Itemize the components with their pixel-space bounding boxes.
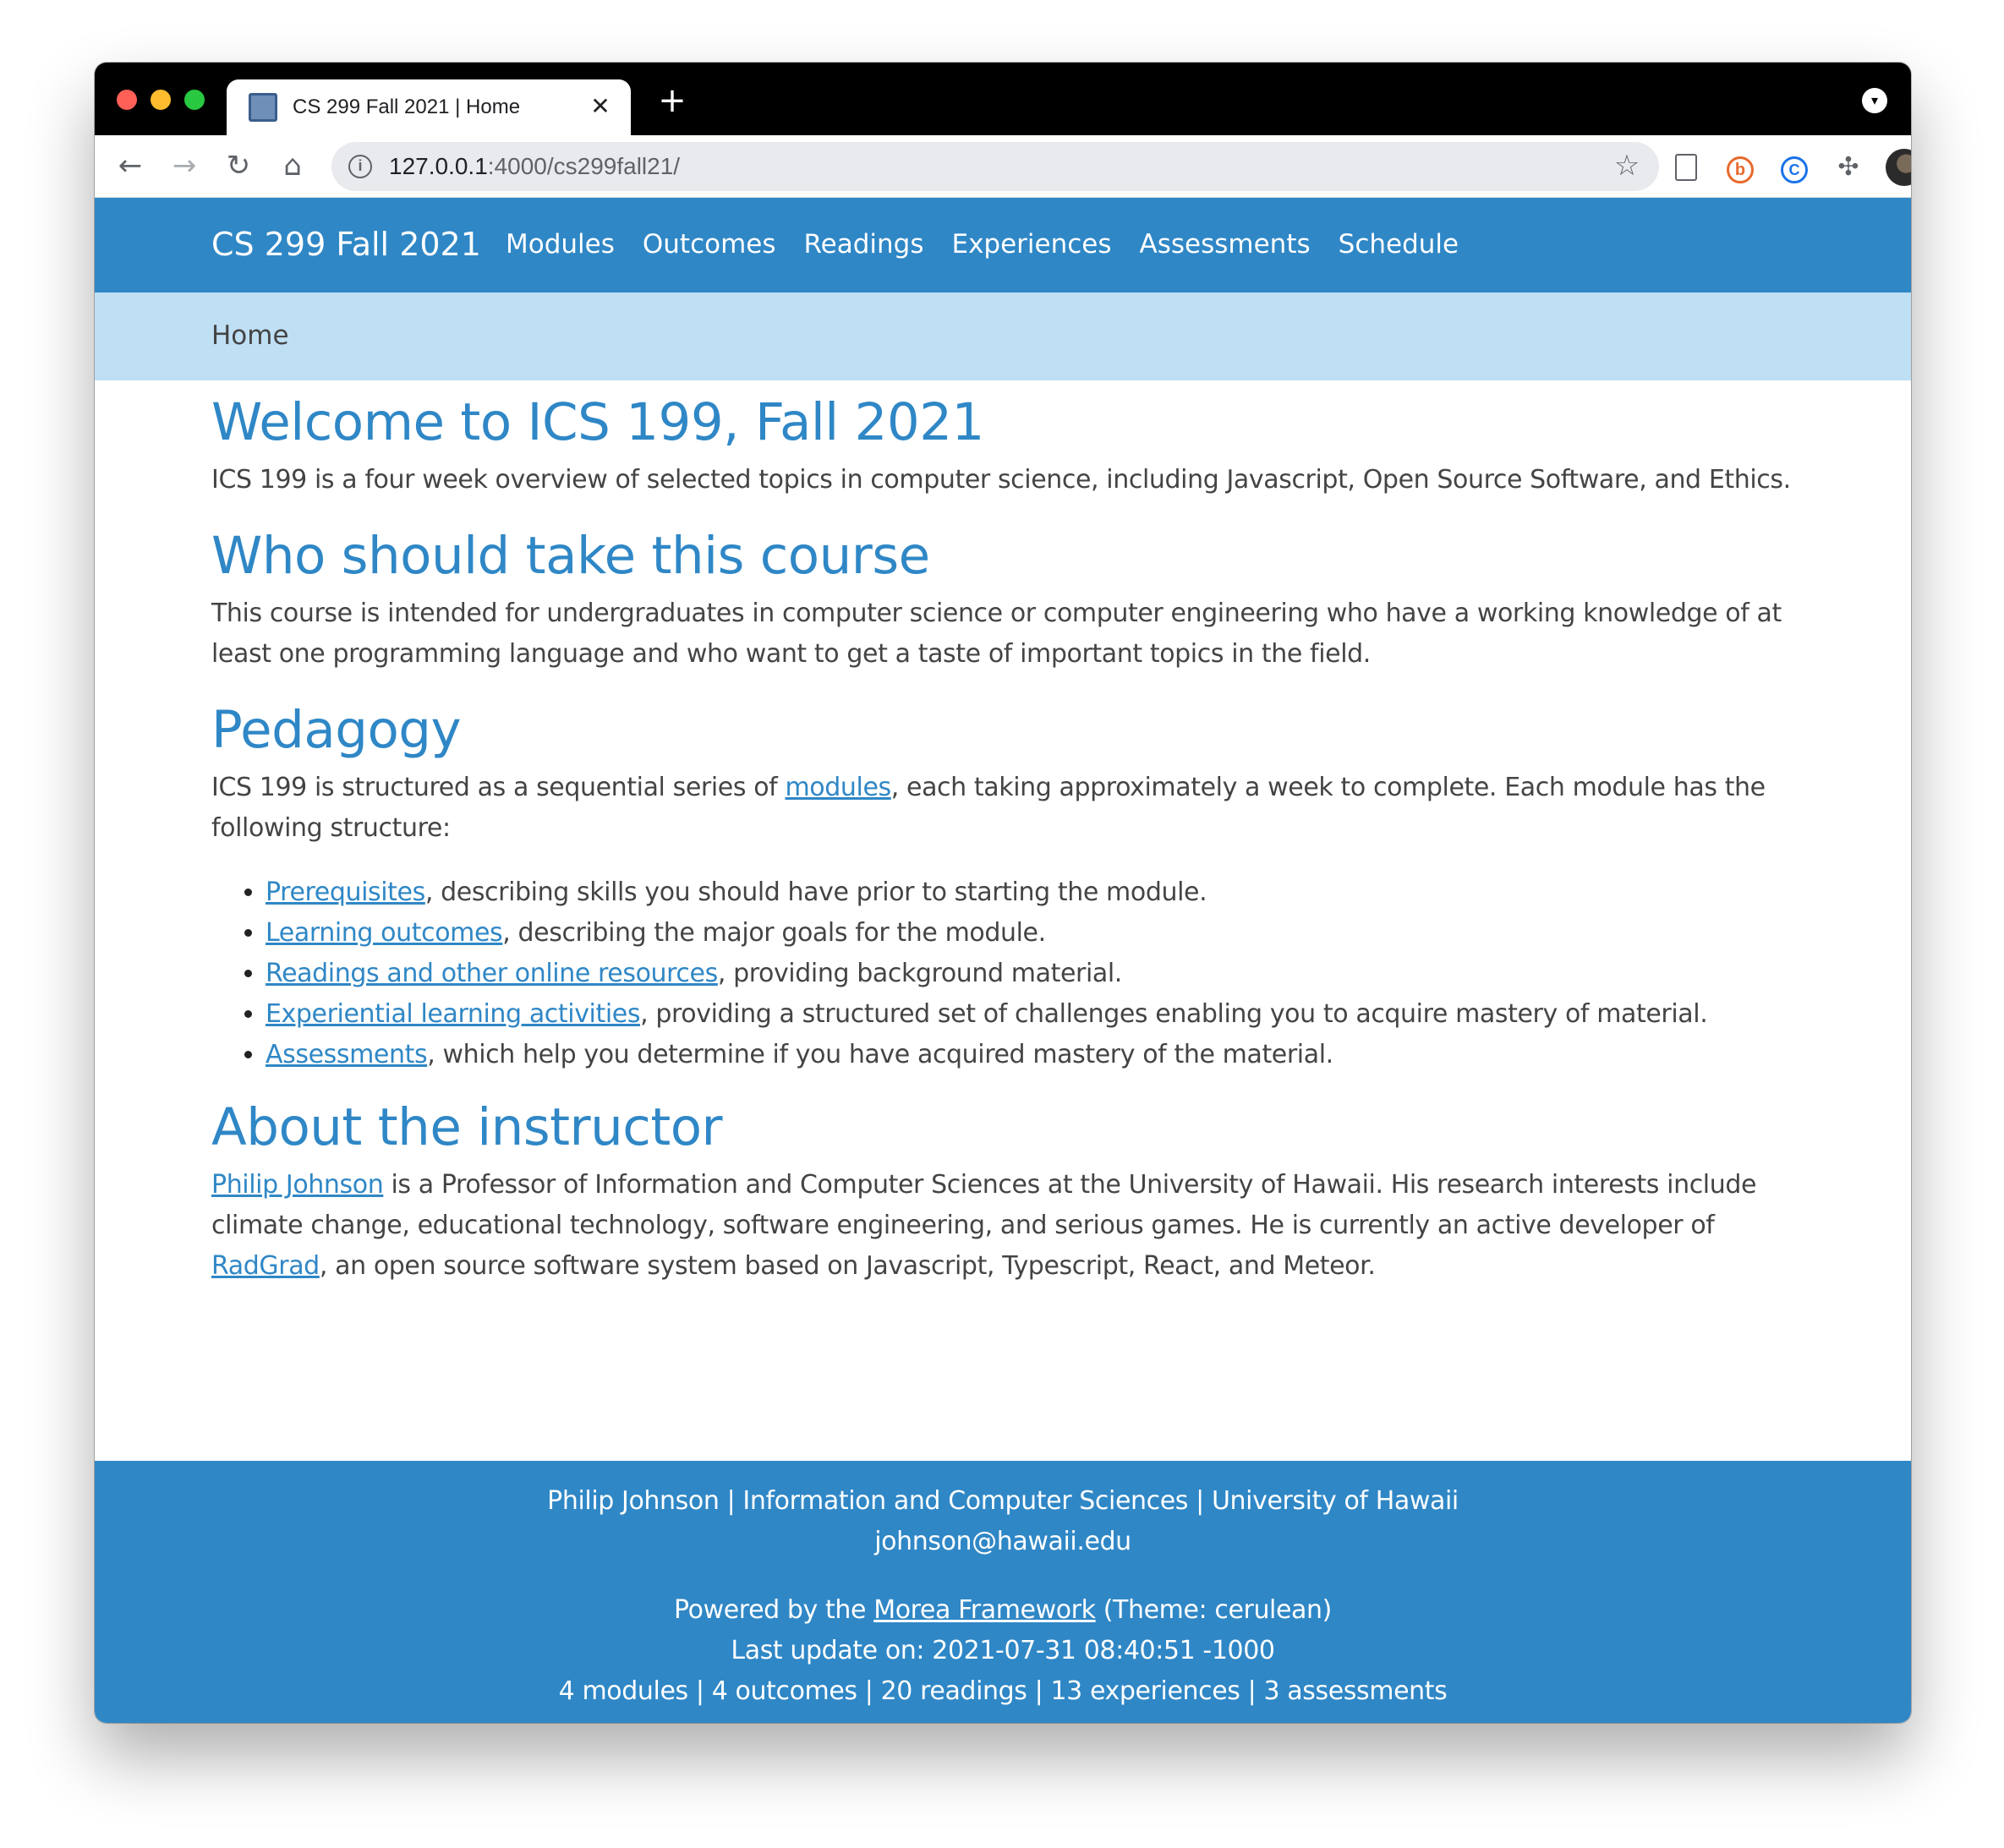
site-footer: Philip Johnson | Information and Compute… — [95, 1461, 1911, 1723]
browser-toolbar: ← → ↻ ⌂ i 127.0.0.1:4000/cs299fall21/ ☆ … — [95, 135, 1911, 198]
pedagogy-intro-before: ICS 199 is structured as a sequential se… — [211, 773, 786, 802]
readings-link[interactable]: Readings and other online resources — [266, 959, 718, 988]
reload-icon[interactable]: ↻ — [218, 145, 259, 186]
home-icon[interactable]: ⌂ — [272, 145, 313, 186]
list-item-text: , which help you determine if you have a… — [427, 1040, 1333, 1069]
powered-after: (Theme: cerulean) — [1095, 1595, 1333, 1625]
instructor-text: Philip Johnson is a Professor of Informa… — [211, 1165, 1801, 1287]
footer-affiliation: Philip Johnson | Information and Compute… — [547, 1486, 1459, 1516]
list-item: Learning outcomes, describing the major … — [266, 913, 1801, 954]
nav-link-modules[interactable]: Modules — [506, 223, 615, 265]
url-host: 127.0.0.1 — [389, 153, 488, 179]
window-maximize-button[interactable] — [184, 90, 205, 110]
list-item-text: , providing a structured set of challeng… — [640, 999, 1708, 1029]
profile-avatar[interactable] — [1886, 149, 1911, 186]
who-section: Who should take this course This course … — [211, 522, 1801, 675]
puzzle-icon[interactable]: ✣ — [1832, 150, 1865, 184]
browser-window: CS 299 Fall 2021 | Home ✕ + ▾ ← → ↻ ⌂ i … — [95, 63, 1911, 1723]
assessments-link[interactable]: Assessments — [266, 1040, 428, 1069]
welcome-heading: Welcome to ICS 199, Fall 2021 — [211, 392, 984, 452]
star-icon[interactable]: ☆ — [1610, 149, 1644, 183]
welcome-text: ICS 199 is a four week overview of selec… — [211, 465, 1791, 495]
window-close-button[interactable] — [117, 90, 137, 110]
pedagogy-heading: Pedagogy — [211, 700, 462, 760]
prerequisites-link[interactable]: Prerequisites — [266, 878, 425, 907]
nav-link-outcomes[interactable]: Outcomes — [643, 223, 776, 265]
tab-strip: CS 299 Fall 2021 | Home ✕ + ▾ — [95, 63, 1911, 135]
back-arrow-icon[interactable]: ← — [110, 145, 151, 186]
nav-link-experiences[interactable]: Experiences — [952, 223, 1112, 265]
tab-close-icon[interactable]: ✕ — [585, 91, 616, 122]
welcome-section: Welcome to ICS 199, Fall 2021 ICS 199 is… — [211, 389, 1801, 500]
breadcrumb-bar: Home — [95, 293, 1911, 380]
tab-search-icon[interactable]: ▾ — [1862, 88, 1887, 113]
instructor-text-2: , an open source software system based o… — [319, 1251, 1376, 1281]
who-heading: Who should take this course — [211, 526, 930, 586]
window-minimize-button[interactable] — [151, 90, 171, 110]
list-item: Readings and other online resources, pro… — [266, 954, 1801, 994]
page-viewport: CS 299 Fall 2021 Modules Outcomes Readin… — [95, 198, 1911, 1723]
list-item-text: , describing skills you should have prio… — [424, 878, 1207, 907]
nav-link-schedule[interactable]: Schedule — [1339, 223, 1459, 265]
c-extension-icon[interactable]: C — [1777, 150, 1811, 184]
list-item: Assessments, which help you determine if… — [266, 1035, 1801, 1075]
module-structure-list: Prerequisites, describing skills you sho… — [211, 872, 1801, 1075]
breadcrumb: Home — [211, 320, 289, 351]
pedagogy-intro: ICS 199 is structured as a sequential se… — [211, 768, 1801, 849]
footer-powered-by: Powered by the Morea Framework (Theme: c… — [95, 1590, 1911, 1631]
nav-link-assessments[interactable]: Assessments — [1140, 223, 1311, 265]
list-item: Experiential learning activities, provid… — [266, 994, 1801, 1035]
powered-before: Powered by the — [674, 1595, 874, 1625]
modules-link[interactable]: modules — [785, 773, 891, 802]
url-text[interactable]: 127.0.0.1:4000/cs299fall21/ — [389, 152, 680, 181]
footer-stats: 4 modules | 4 outcomes | 20 readings | 1… — [558, 1676, 1448, 1706]
new-tab-button[interactable]: + — [653, 81, 692, 120]
instructor-heading: About the instructor — [211, 1097, 723, 1157]
learning-outcomes-link[interactable]: Learning outcomes — [266, 918, 503, 948]
pedagogy-section: Pedagogy ICS 199 is structured as a sequ… — [211, 697, 1801, 1075]
nav-link-readings[interactable]: Readings — [804, 223, 924, 265]
instructor-section: About the instructor Philip Johnson is a… — [211, 1094, 1801, 1287]
tab-title: CS 299 Fall 2021 | Home — [293, 96, 521, 118]
list-item-text: , providing background material. — [717, 959, 1123, 988]
forward-arrow-icon[interactable]: → — [164, 145, 205, 186]
footer-last-update: Last update on: 2021-07-31 08:40:51 -100… — [731, 1636, 1275, 1665]
page-favicon-icon — [249, 93, 277, 122]
url-path: :4000/cs299fall21/ — [487, 153, 681, 179]
list-item-text: , describing the major goals for the mod… — [502, 918, 1046, 948]
experiential-activities-link[interactable]: Experiential learning activities — [266, 999, 640, 1029]
radgrad-link[interactable]: RadGrad — [211, 1251, 320, 1281]
instructor-text-1: is a Professor of Information and Comput… — [211, 1170, 1757, 1240]
who-text: This course is intended for undergraduat… — [211, 599, 1782, 669]
address-bar[interactable]: i 127.0.0.1:4000/cs299fall21/ ☆ — [331, 142, 1659, 191]
morea-framework-link[interactable]: Morea Framework — [873, 1595, 1096, 1625]
site-info-icon[interactable]: i — [348, 155, 372, 178]
footer-email: johnson@hawaii.edu — [874, 1527, 1131, 1556]
philip-johnson-link[interactable]: Philip Johnson — [211, 1170, 384, 1200]
b-extension-icon[interactable]: b — [1723, 150, 1757, 184]
document-extension-icon[interactable] — [1669, 150, 1703, 184]
site-brand[interactable]: CS 299 Fall 2021 — [211, 223, 481, 265]
tab-home[interactable]: CS 299 Fall 2021 | Home ✕ — [227, 79, 631, 135]
main-content: Welcome to ICS 199, Fall 2021 ICS 199 is… — [211, 380, 1801, 1287]
list-item: Prerequisites, describing skills you sho… — [266, 872, 1801, 913]
nav-links: Modules Outcomes Readings Experiences As… — [506, 223, 1459, 265]
site-navbar: CS 299 Fall 2021 Modules Outcomes Readin… — [95, 198, 1911, 293]
